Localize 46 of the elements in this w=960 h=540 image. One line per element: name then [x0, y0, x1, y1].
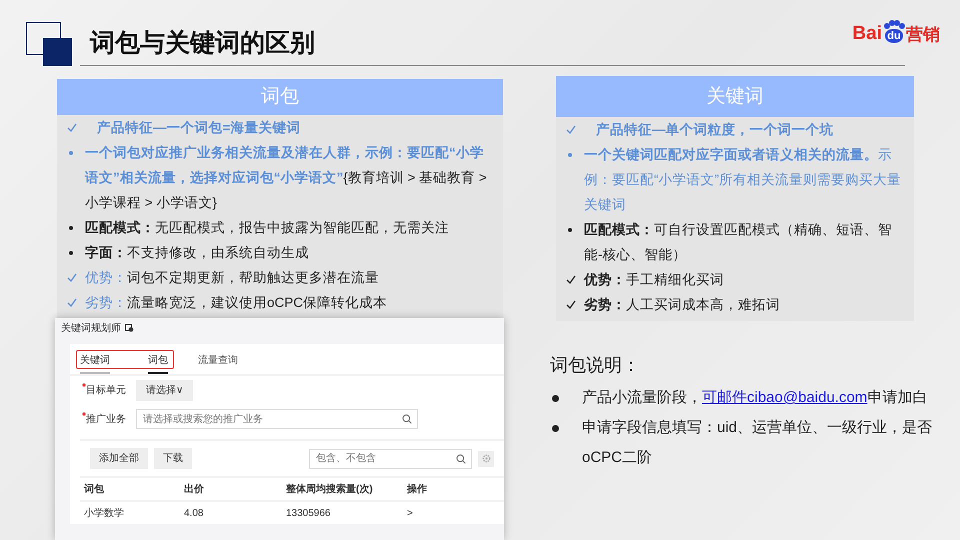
bullet-text: 优势：词包不定期更新，帮助触达更多潜在流量: [85, 269, 379, 287]
column-header: 整体周均搜索量(次): [286, 482, 374, 496]
table-cell-text: 13305966: [286, 506, 332, 520]
select-dropdown[interactable]: 请选择∨: [136, 380, 194, 401]
window-title: 关键词规划师: [61, 322, 121, 336]
toolbar-button[interactable]: 下载: [154, 448, 192, 469]
bullet-text: 字面：不支持修改，由系统自动生成: [85, 244, 309, 262]
bullet-text: 产品特征—一个词包=海量关键词: [96, 119, 300, 137]
column-header: 操作: [407, 482, 428, 496]
gear-icon: [482, 454, 490, 463]
notes-title: 词包说明：: [550, 354, 641, 377]
filter-field[interactable]: 包含、不包含: [309, 448, 472, 468]
tab[interactable]: 流量查询: [198, 351, 238, 374]
column-header: 出价: [184, 482, 205, 496]
note-text: 申请字段信息填写：uid、运营单位、一级行业，是否oCPC二阶: [582, 419, 932, 466]
slide-title: 词包与关键词的区别: [90, 28, 315, 59]
bullet-icon: [552, 425, 559, 432]
bullet-text: 劣势：人工买词成本高，难拓词: [584, 296, 780, 314]
bullet-text: 一个关键词匹配对应字面或者语义相关的流量。示例：要匹配“小学语文”所有相关流量则需要购买大量关键词: [584, 146, 902, 214]
note-text: 申请加白: [867, 389, 928, 406]
bullet-text: 匹配模式：无匹配模式，报告中披露为智能匹配，无需关注: [85, 219, 449, 237]
note-text: 产品小流量阶段，: [582, 389, 702, 406]
bullet-text: 一个词包对应推广业务相关流量及潜在人群，示例：要匹配“小学语文”相关流量，选择对应词包“小学语文”{教育培训 > 基础教育 > 小学课程 > 小学语文}: [85, 144, 488, 212]
table-cell[interactable]: >: [407, 506, 467, 520]
toolbar-button[interactable]: 添加全部: [90, 448, 148, 469]
field-label: 目标单元: [86, 384, 127, 398]
table-cell-text: 4.08: [184, 506, 204, 520]
table-cell-text: 小学数学: [84, 506, 125, 520]
bullet-icon: [552, 395, 559, 402]
bullet-text: 匹配模式：可自行设置匹配模式（精确、短语、智能-核心、智能）: [584, 221, 893, 264]
search-field[interactable]: 请选择或搜索您的推广业务: [136, 409, 418, 429]
column-header: 词包: [84, 482, 105, 496]
brand-logo: Bai du 营销: [852, 20, 940, 43]
search-icon: [402, 414, 412, 424]
email-link[interactable]: 可邮件cibao@baidu.com: [702, 389, 868, 406]
tab[interactable]: 关键词: [80, 351, 110, 374]
info-icon[interactable]: [125, 324, 134, 332]
bullet-text: 优势：手工精细化买词: [584, 271, 724, 289]
panel-header: 词包: [57, 79, 503, 115]
search-icon: [456, 454, 466, 464]
bullet-text: 产品特征—单个词粒度，一个词一个坑: [595, 121, 834, 139]
tab[interactable]: 词包: [148, 351, 168, 374]
panel-header: 关键词: [556, 76, 914, 117]
squares-icon: [26, 22, 74, 66]
field-label: 推广业务: [86, 412, 127, 426]
bullet-text: 劣势：流量略宽泛，建议使用oCPC保障转化成本: [85, 294, 388, 312]
